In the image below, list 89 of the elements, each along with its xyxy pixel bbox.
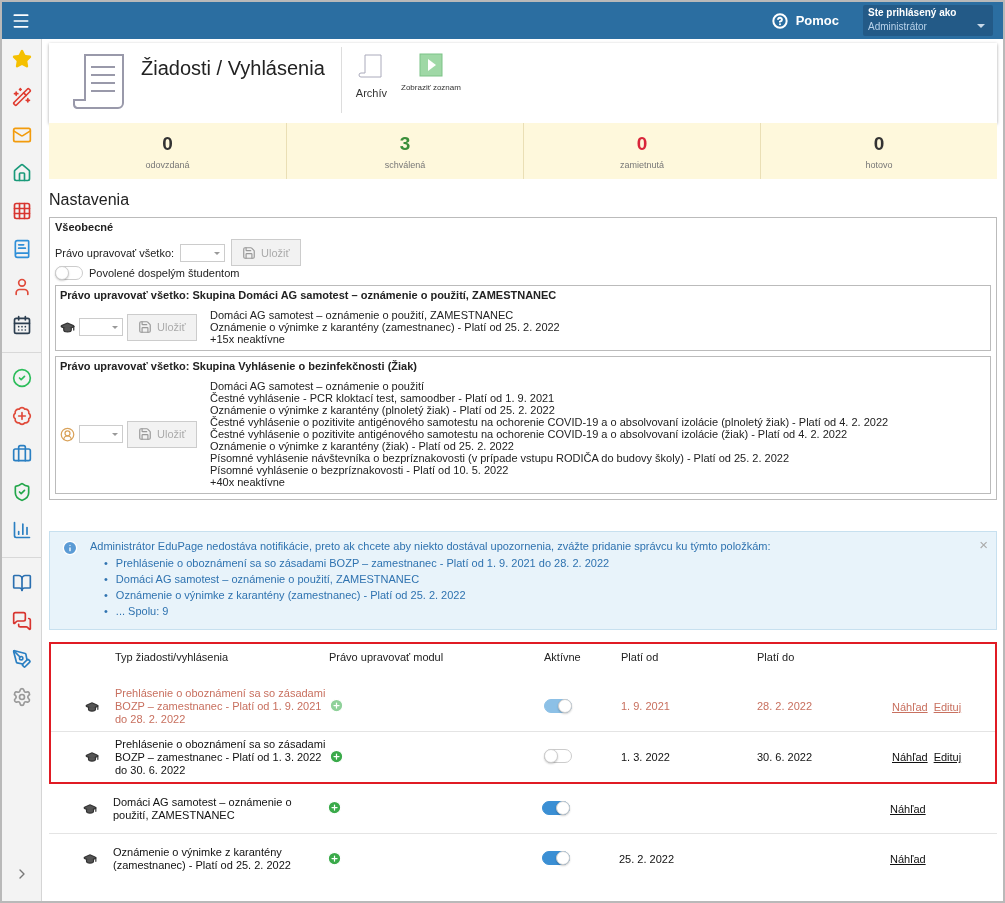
- stat-value: 0: [162, 132, 173, 155]
- grade-badge-icon[interactable]: [10, 405, 33, 427]
- select-field[interactable]: [79, 425, 123, 443]
- bullet: •: [104, 604, 108, 619]
- play-icon: [418, 53, 443, 77]
- add-icon[interactable]: [329, 698, 344, 713]
- open-book-icon[interactable]: [10, 572, 33, 594]
- briefcase-icon[interactable]: [10, 443, 33, 465]
- add-icon[interactable]: [327, 850, 342, 866]
- preview-link[interactable]: Náhľad: [890, 853, 926, 865]
- group-item: Oznámenie o výnimke z karantény (zamestnanec) - Platí od 25. 2. 2022: [210, 321, 560, 333]
- person-icon: [60, 426, 75, 442]
- bullet: •: [104, 588, 108, 603]
- column-header: Právo upravovať modul: [329, 651, 445, 663]
- request-type: Oznámenie o výnimke z karantény (zamestnanec) - Platí od 25. 2. 2022: [113, 846, 292, 872]
- user-menu[interactable]: Ste prihlásený ako Administrátor: [863, 5, 993, 36]
- chat-bubbles-icon[interactable]: [10, 610, 33, 632]
- magic-wand-icon[interactable]: [10, 86, 33, 108]
- request-type: Prehlásenie o oboznámení sa so zásadami BOZP – zamestnanec - Platí od 1. 3. 2022 do 30. 6. 2022: [115, 737, 327, 777]
- valid-to: 28. 2. 2022: [757, 700, 813, 712]
- bullet: •: [104, 556, 108, 571]
- request-type: Domáci AG samotest – oznámenie o použití, ZAMESTNANEC: [113, 795, 293, 822]
- graduation-cap-icon: [60, 319, 75, 335]
- column-header: Platí od: [621, 651, 660, 663]
- stat-value: 0: [636, 132, 648, 155]
- group-item: Čestné vyhlásenie o pozitivite antigénového samotestu na ochorenie COVID-19 a o absolvovaní izolácie (žiak) - Platí od 4. 2. 2022: [210, 428, 849, 440]
- bullet: •: [104, 572, 108, 587]
- valid-from: 1. 9. 2021: [621, 700, 670, 712]
- active-toggle[interactable]: [544, 749, 572, 763]
- group-item: Čestné vyhlásenie o pozitivite antigénového samotestu na ochorenie COVID-19 a o absolvovaní izolácie (plnoletý žiak) - Platí od 4. 2. 2022: [210, 416, 889, 428]
- graduation-cap-icon: [83, 852, 97, 866]
- column-header: Aktívne: [544, 651, 582, 663]
- group-item: Domáci AG samotest – oznámenie o použití, ZAMESTNANEC: [210, 309, 515, 321]
- group-item: Oznámenie o výnimke z karantény (plnoletý žiak) - Platí od 25. 2. 2022: [210, 404, 556, 416]
- section-title: Nastavenia: [49, 191, 131, 209]
- stat-label: schválená: [384, 159, 426, 170]
- group-item: +15x neaktívne: [210, 333, 286, 345]
- valid-to: 30. 6. 2022: [757, 750, 813, 763]
- add-icon[interactable]: [329, 748, 344, 764]
- page-title: Žiadosti / Vyhlásenia: [141, 57, 325, 80]
- active-toggle[interactable]: [542, 851, 570, 865]
- preview-link[interactable]: Náhľad: [892, 751, 928, 763]
- stat-value: 0: [873, 132, 885, 155]
- valid-from: 25. 2. 2022: [619, 852, 675, 865]
- star-icon[interactable]: [10, 48, 33, 70]
- edit-link[interactable]: Edituj: [933, 700, 962, 713]
- valid-from: 1. 3. 2022: [621, 750, 670, 763]
- preview-link[interactable]: Náhľad: [892, 700, 928, 713]
- show-list-button[interactable]: Zobraziť zoznam: [401, 53, 461, 92]
- pen-icon[interactable]: [10, 648, 33, 670]
- stat-label: zamietnutá: [620, 159, 664, 170]
- add-icon[interactable]: [327, 800, 342, 815]
- preview-link[interactable]: Náhľad: [890, 802, 926, 815]
- notice-item: Oznámenie o výnimke z karantény (zamestnanec) - Platí od 25. 2. 2022: [115, 588, 466, 603]
- group-title: Právo upravovať všetko: Skupina Vyhlásenie o bezinfekčnosti (Žiak): [60, 360, 418, 372]
- active-toggle[interactable]: [542, 800, 570, 815]
- select-field[interactable]: [79, 318, 123, 336]
- notice-text: Administrátor EduPage nedostáva notifikácie, preto ak chcete aby niekto dostával upozornenia, zvážte pridanie správcu ku týmto položkám:: [90, 540, 771, 552]
- info-icon: [62, 540, 78, 556]
- group-item: Písomné vyhlásenie o bezpríznakovosti - Platí od 10. 5. 2022: [210, 464, 510, 476]
- check-circle-icon[interactable]: [10, 367, 33, 389]
- graduation-cap-icon: [85, 699, 99, 714]
- group-item: +40x neaktívne: [210, 476, 286, 488]
- stat-label: hotovo: [865, 159, 893, 170]
- stat-value: 3: [399, 132, 411, 155]
- group-item: Oznámenie o výnimke z karantény (žiak) - Platí od 25. 2. 2022: [210, 440, 515, 452]
- column-header: Typ žiadosti/vyhlásenia: [115, 651, 230, 663]
- column-header: Platí do: [757, 651, 796, 663]
- help-icon: [771, 12, 788, 29]
- panel-title: Všeobecné: [55, 221, 115, 233]
- graduation-cap-icon: [83, 801, 97, 816]
- notice-item: Prehlásenie o oboznámení sa so zásadami BOZP – zamestnanec - Platí od 1. 9. 2021 do 28. 2. 2022: [115, 556, 610, 571]
- archive-button[interactable]: Archív: [355, 53, 387, 99]
- group-title: Právo upravovať všetko: Skupina Domáci AG samotest – oznámenie o použití, ZAMESTNANEC: [60, 289, 558, 301]
- notice-item: ... Spolu: 9: [115, 604, 169, 619]
- group-item: Domáci AG samotest – oznámenie o použití: [210, 380, 425, 392]
- group-item: Čestné vyhlásenie - PCR kloktací test, samoodber - Platí od 1. 9. 2021: [210, 392, 556, 404]
- edit-link[interactable]: Edituj: [933, 751, 962, 763]
- active-toggle[interactable]: [544, 698, 572, 713]
- stat-label: odovzdaná: [145, 159, 190, 170]
- graduation-cap-icon: [85, 750, 99, 764]
- help-button[interactable]: Pomoc: [765, 11, 845, 30]
- select-field[interactable]: [180, 243, 226, 262]
- field-label: Právo upravovať všetko:: [55, 246, 175, 259]
- group-item: Písomné vyhlásenie návštevníka o bezpríznakovosti (v prípade vstupu RODIČA do budovy školy) - Platí od 25. 2. 2022: [210, 452, 791, 464]
- toggle-switch[interactable]: [55, 266, 83, 280]
- notice-item: Domáci AG samotest – oznámenie o použití, ZAMESTNANEC: [115, 572, 420, 587]
- toggle-label: Povolené dospelým študentom: [89, 267, 240, 279]
- request-type: Prehlásenie o oboznámení sa so zásadami BOZP – zamestnanec - Platí od 1. 9. 2021 do 28. 2. 2022: [115, 687, 327, 726]
